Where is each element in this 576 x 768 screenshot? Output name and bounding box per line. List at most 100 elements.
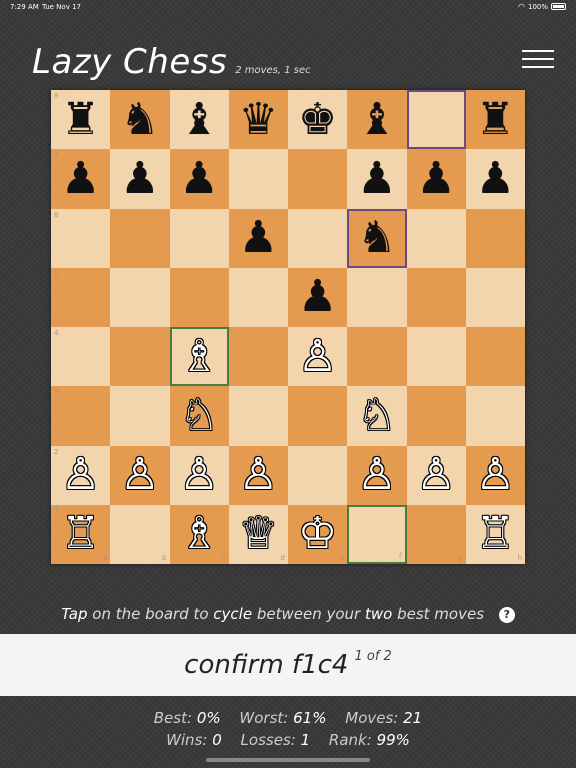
chess-piece[interactable]: ♟ <box>179 156 218 201</box>
chess-piece[interactable]: ♙ <box>357 453 396 497</box>
square-d6[interactable]: ♟ <box>228 208 288 268</box>
square-h6[interactable] <box>465 208 525 268</box>
square-h3[interactable] <box>465 386 525 446</box>
chess-piece[interactable]: ♟ <box>298 275 337 319</box>
square-g2[interactable]: ♙ <box>406 445 466 505</box>
square-g4[interactable] <box>406 327 466 387</box>
square-a3[interactable]: 3 <box>51 386 111 446</box>
chess-piece[interactable]: ♜ <box>476 97 515 142</box>
square-e6[interactable] <box>288 208 348 268</box>
chess-piece[interactable]: ♗ <box>179 512 218 556</box>
square-d5[interactable] <box>228 267 288 327</box>
chess-piece[interactable]: ♝ <box>357 97 396 142</box>
square-a1[interactable]: 1 a ♖ <box>51 504 111 564</box>
square-b7[interactable]: ♟ <box>110 149 170 209</box>
square-a5[interactable]: 5 <box>51 267 111 327</box>
square-a7[interactable]: 7 ♟ <box>51 149 111 209</box>
square-h8[interactable]: ♜ <box>465 90 525 150</box>
square-g7[interactable]: ♟ <box>406 149 466 209</box>
chess-piece[interactable]: ♞ <box>120 97 159 142</box>
chess-piece[interactable]: ♜ <box>61 97 100 142</box>
square-f7[interactable]: ♟ <box>347 149 407 209</box>
square-b1[interactable]: b <box>110 504 170 564</box>
confirm-move-button[interactable]: confirm f1c4 1 of 2 <box>0 634 576 696</box>
square-f8[interactable]: ♝ <box>347 90 407 150</box>
chess-piece[interactable]: ♕ <box>239 512 278 556</box>
square-b6[interactable] <box>110 208 170 268</box>
chess-piece[interactable]: ♙ <box>179 453 218 497</box>
square-f6[interactable]: ♞ <box>347 208 407 268</box>
chess-piece[interactable]: ♙ <box>61 453 100 497</box>
square-c3[interactable]: ♘ <box>169 386 229 446</box>
square-e1[interactable]: e ♔ <box>288 504 348 564</box>
square-b3[interactable] <box>110 386 170 446</box>
square-a2[interactable]: 2 ♙ <box>51 445 111 505</box>
chess-piece[interactable]: ♞ <box>357 216 396 260</box>
square-h5[interactable] <box>465 267 525 327</box>
square-g5[interactable] <box>406 267 466 327</box>
square-f5[interactable] <box>347 267 407 327</box>
chess-piece[interactable]: ♙ <box>239 453 278 497</box>
square-e8[interactable]: ♚ <box>288 90 348 150</box>
square-e5[interactable]: ♟ <box>288 267 348 327</box>
square-d3[interactable] <box>228 386 288 446</box>
square-c2[interactable]: ♙ <box>169 445 229 505</box>
chess-piece[interactable]: ♟ <box>61 156 100 201</box>
square-a8[interactable]: 8 ♜ <box>51 90 111 150</box>
square-b4[interactable] <box>110 327 170 387</box>
chess-piece[interactable]: ♛ <box>239 97 278 142</box>
chess-piece[interactable]: ♙ <box>298 334 337 379</box>
square-c7[interactable]: ♟ <box>169 149 229 209</box>
chess-piece[interactable]: ♟ <box>239 216 278 260</box>
square-g6[interactable] <box>406 208 466 268</box>
chess-piece[interactable]: ♟ <box>476 156 515 201</box>
square-g3[interactable] <box>406 386 466 446</box>
square-b2[interactable]: ♙ <box>110 445 170 505</box>
square-c1[interactable]: c ♗ <box>169 504 229 564</box>
square-e4[interactable]: ♙ <box>288 327 348 387</box>
square-g8[interactable] <box>406 90 466 150</box>
square-d4[interactable] <box>228 327 288 387</box>
chess-piece[interactable]: ♟ <box>120 156 159 201</box>
square-a6[interactable]: 6 <box>51 208 111 268</box>
square-c6[interactable] <box>169 208 229 268</box>
square-f4[interactable] <box>347 327 407 387</box>
square-d1[interactable]: d ♕ <box>228 504 288 564</box>
hamburger-menu-icon[interactable] <box>522 50 554 70</box>
square-f3[interactable]: ♘ <box>347 386 407 446</box>
square-b5[interactable] <box>110 267 170 327</box>
chess-piece[interactable]: ♙ <box>120 453 159 497</box>
square-e2[interactable] <box>288 445 348 505</box>
square-h4[interactable] <box>465 327 525 387</box>
chess-piece[interactable]: ♙ <box>416 453 455 497</box>
chess-piece[interactable]: ♖ <box>61 512 100 556</box>
square-f1[interactable]: f <box>347 504 407 564</box>
square-c5[interactable] <box>169 267 229 327</box>
square-c8[interactable]: ♝ <box>169 90 229 150</box>
home-indicator[interactable] <box>206 758 370 762</box>
chess-piece[interactable]: ♗ <box>179 334 218 379</box>
square-g1[interactable]: g <box>406 504 466 564</box>
square-a4[interactable]: 4 <box>51 327 111 387</box>
chess-piece[interactable]: ♝ <box>179 97 218 142</box>
chess-piece[interactable]: ♔ <box>298 512 337 556</box>
square-e3[interactable] <box>288 386 348 446</box>
help-button[interactable]: ? <box>498 607 515 623</box>
square-c4[interactable]: ♗ <box>169 327 229 387</box>
chess-board[interactable]: 8 ♜ ♞ ♝ ♛ ♚ ♝ ♜ 7 ♟ ♟ ♟ ♟ ♟ ♟ 6 ♟ ♞ 5 ♟ 4 ♗ ♙ 3 ♘ ♘ 2 ♙ ♙ ♙ ♙ ♙ ♙ ♙ 1 a ♖ b c ♗… <box>51 90 525 564</box>
chess-piece[interactable]: ♘ <box>179 393 218 438</box>
square-h7[interactable]: ♟ <box>465 149 525 209</box>
square-h1[interactable]: h ♖ <box>465 504 525 564</box>
chess-piece[interactable]: ♘ <box>357 393 396 438</box>
chess-piece[interactable]: ♟ <box>416 156 455 201</box>
square-d2[interactable]: ♙ <box>228 445 288 505</box>
square-f2[interactable]: ♙ <box>347 445 407 505</box>
square-d8[interactable]: ♛ <box>228 90 288 150</box>
square-h2[interactable]: ♙ <box>465 445 525 505</box>
chess-piece[interactable]: ♚ <box>298 97 337 142</box>
square-d7[interactable] <box>228 149 288 209</box>
square-e7[interactable] <box>288 149 348 209</box>
chess-piece[interactable]: ♟ <box>357 156 396 201</box>
square-b8[interactable]: ♞ <box>110 90 170 150</box>
chess-piece[interactable]: ♙ <box>476 453 515 497</box>
